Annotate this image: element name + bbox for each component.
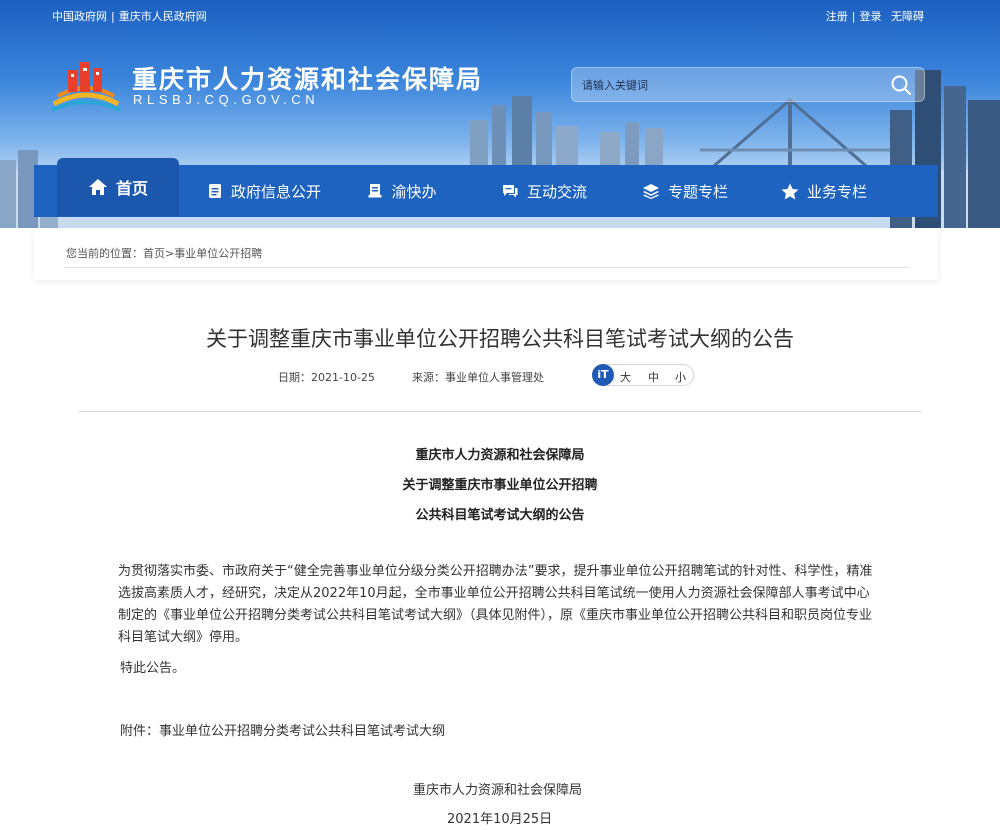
search-box [571, 67, 925, 102]
font-size-switcher: iT 大 中 小 [592, 364, 694, 386]
bureau-logo-icon [51, 62, 121, 112]
signature-organization: 重庆市人力资源和社会保障局 [413, 783, 583, 798]
article-source: 来源：事业单位人事管理处 [412, 369, 544, 385]
nav-label: 政府信息公开 [230, 182, 321, 201]
signature-date: 2021年10月25日 [447, 812, 553, 827]
font-size-small-button[interactable]: 小 [675, 369, 686, 385]
article-date: 日期：2021-10-25 [278, 369, 375, 385]
breadcrumb-divider [64, 267, 908, 268]
nav-item-gov-info[interactable]: 政府信息公开 [194, 165, 334, 217]
accessibility-link[interactable]: 无障碍 [891, 10, 924, 23]
nav-item-home[interactable]: 首页 [57, 158, 179, 216]
breadcrumb-prefix: 您当前的位置： [66, 247, 143, 260]
separator: | [851, 10, 856, 23]
article-divider [78, 411, 922, 412]
nav-label: 渝快办 [391, 182, 437, 201]
nav-label: 互动交流 [526, 182, 587, 201]
breadcrumb-arrow: > [165, 247, 175, 260]
breadcrumb: 您当前的位置：首页>事业单位公开招聘 [66, 245, 262, 261]
layers-icon [642, 184, 659, 199]
separator: | [111, 10, 115, 23]
site-title: 重庆市人力资源和社会保障局 [132, 65, 484, 94]
book-icon [368, 184, 382, 198]
notice-closing: 特此公告。 [120, 661, 186, 676]
city-gov-site-link[interactable]: 重庆市人民政府网 [119, 10, 207, 23]
notice-heading-line-2: 关于调整重庆市事业单位公开招聘 [402, 478, 598, 493]
home-icon [88, 179, 107, 195]
gov-site-link[interactable]: 中国政府网 [52, 10, 107, 23]
breadcrumb-current-link[interactable]: 事业单位公开招聘 [174, 247, 262, 260]
source-value: 事业单位人事管理处 [445, 371, 544, 384]
search-input[interactable] [582, 74, 872, 96]
nav-item-yukuaiban[interactable]: 渝快办 [352, 165, 452, 217]
date-value: 2021-10-25 [311, 371, 375, 384]
date-label: 日期： [278, 371, 311, 384]
register-link[interactable]: 注册 [826, 10, 848, 23]
notice-body-paragraph: 为贯彻落实市委、市政府关于“健全完善事业单位分级分类公开招聘办法”要求，提升事业… [118, 564, 873, 645]
site-domain: RLSBJ.CQ.GOV.CN [133, 92, 320, 107]
font-size-medium-button[interactable]: 中 [648, 369, 659, 385]
nav-item-interaction[interactable]: 互动交流 [489, 165, 599, 217]
nav-label: 首页 [115, 179, 148, 198]
notice-heading-line-1: 重庆市人力资源和社会保障局 [415, 448, 585, 463]
breadcrumb-panel: 您当前的位置：首页>事业单位公开招聘 [34, 228, 938, 280]
source-label: 来源： [412, 371, 445, 384]
notice-heading-line-3: 公共科目笔试考试大纲的公告 [415, 508, 585, 523]
nav-label: 业务专栏 [806, 182, 867, 201]
search-icon[interactable] [890, 74, 912, 96]
attachment-link[interactable]: 附件：事业单位公开招聘分类考试公共科目笔试考试大纲 [120, 720, 445, 739]
star-icon [781, 183, 799, 199]
breadcrumb-home-link[interactable]: 首页 [143, 247, 165, 260]
nav-item-special-topics[interactable]: 专题专栏 [630, 165, 740, 217]
font-size-icon: iT [592, 364, 614, 386]
chat-icon [502, 185, 518, 198]
login-link[interactable]: 登录 [860, 10, 882, 23]
font-size-large-button[interactable]: 大 [620, 369, 631, 385]
nav-label: 专题专栏 [667, 182, 728, 201]
document-icon [208, 184, 221, 198]
article-title: 关于调整重庆市事业单位公开招聘公共科目笔试考试大纲的公告 [206, 327, 794, 351]
top-utility-bar: 中国政府网 | 重庆市人民政府网 注册 | 登录 无障碍 [0, 0, 1000, 28]
nav-item-business[interactable]: 业务专栏 [769, 165, 879, 217]
